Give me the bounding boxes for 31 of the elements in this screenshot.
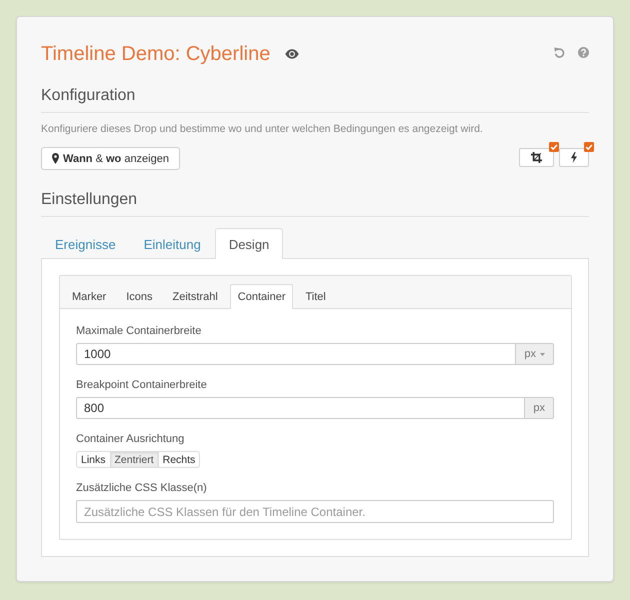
alignment-option-button[interactable]: Rechts — [158, 451, 200, 468]
bolt-button[interactable] — [559, 148, 589, 167]
field-label: Container Ausrichtung — [76, 432, 186, 446]
alignment-option-button[interactable]: Links — [76, 451, 111, 468]
field-label: Zusätzliche CSS Klasse(n) — [76, 481, 208, 495]
subtab[interactable]: Container — [230, 284, 294, 309]
eye-icon[interactable] — [285, 49, 300, 59]
caret-icon — [540, 352, 545, 356]
subtab[interactable]: Icons — [118, 284, 161, 309]
section-heading: Konfiguration — [41, 86, 136, 106]
description-text: Konfiguriere dieses Drop und bestimme wo und unter welchen Bedingungen es angezeigt wird. — [41, 123, 484, 135]
undo-icon[interactable] — [554, 46, 565, 58]
lightning-bolt-icon — [571, 152, 577, 163]
visibility-rules-button[interactable]: Wann & wo anzeigen — [41, 147, 180, 170]
map-pin-icon — [52, 153, 59, 164]
crop-icon — [531, 152, 542, 163]
alignment-option-button[interactable]: Zentriert — [110, 451, 159, 468]
subtab[interactable]: Titel — [297, 284, 334, 309]
page-title: Timeline Demo: Cyberline — [41, 42, 270, 67]
text-input[interactable]: Zusätzliche CSS Klassen für den Timeline Container. — [76, 500, 554, 523]
unit-addon: px — [524, 397, 554, 419]
section-heading: Einstellungen — [41, 190, 138, 210]
number-input[interactable]: 1000 — [76, 343, 516, 365]
subtab[interactable]: Marker — [64, 284, 114, 309]
tab[interactable]: Design — [214, 228, 284, 259]
field-label: Maximale Containerbreite — [76, 324, 202, 338]
number-input[interactable]: 800 — [76, 397, 524, 419]
subtab[interactable]: Zeitstrahl — [164, 284, 226, 309]
field-label: Breakpoint Containerbreite — [76, 378, 208, 392]
crop-button[interactable] — [519, 148, 554, 167]
unit-dropdown[interactable]: px — [515, 343, 554, 365]
